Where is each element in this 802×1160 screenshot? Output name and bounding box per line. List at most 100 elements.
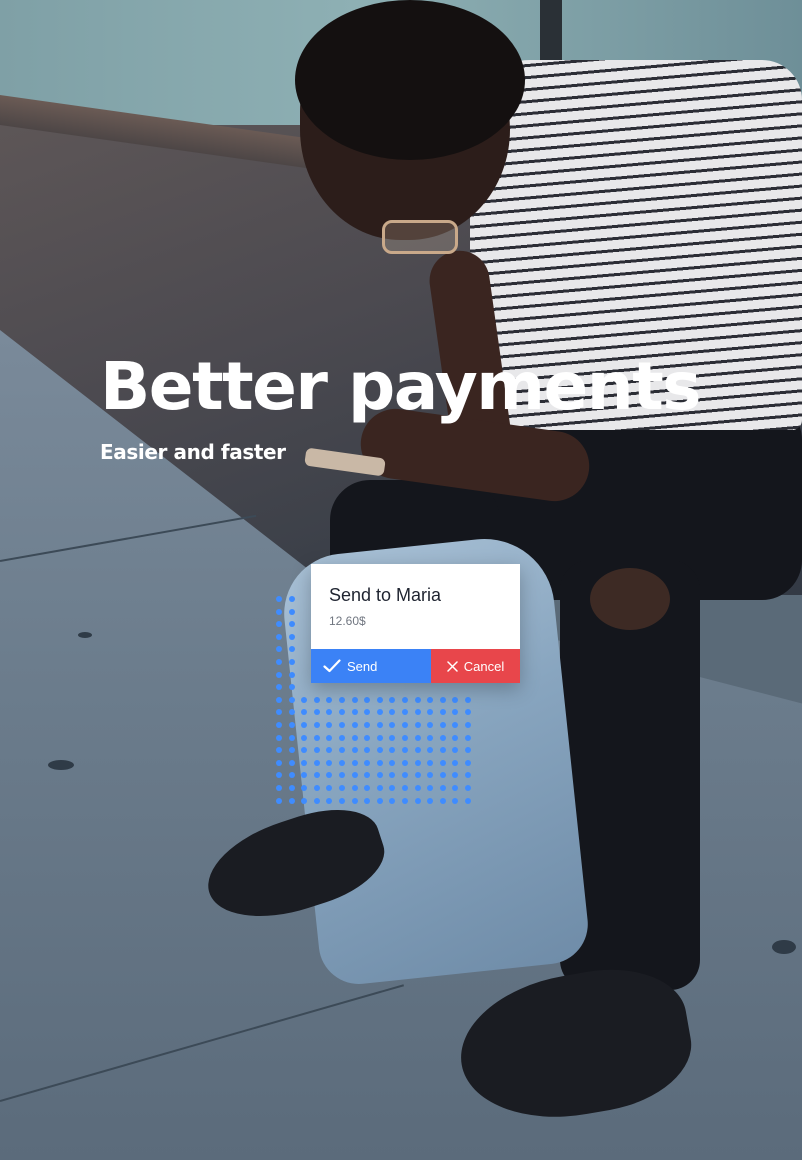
dot xyxy=(389,709,395,715)
dot xyxy=(289,684,295,690)
dot xyxy=(389,697,395,703)
dot xyxy=(352,722,358,728)
dot xyxy=(427,772,433,778)
dot xyxy=(427,760,433,766)
dot xyxy=(364,697,370,703)
dot xyxy=(465,785,471,791)
dot xyxy=(289,672,295,678)
send-button[interactable]: Send xyxy=(311,649,431,683)
dot xyxy=(402,709,408,715)
dot xyxy=(440,747,446,753)
card-actions: Send Cancel xyxy=(311,649,520,683)
dot xyxy=(402,697,408,703)
dot xyxy=(452,722,458,728)
dot xyxy=(427,735,433,741)
dot xyxy=(289,785,295,791)
dot xyxy=(301,735,307,741)
dot xyxy=(352,709,358,715)
dot xyxy=(377,772,383,778)
dot xyxy=(301,709,307,715)
dot xyxy=(326,697,332,703)
dot xyxy=(465,709,471,715)
dot xyxy=(465,747,471,753)
dot xyxy=(440,772,446,778)
dot xyxy=(314,772,320,778)
dot xyxy=(389,798,395,804)
dot xyxy=(289,772,295,778)
dot xyxy=(427,709,433,715)
dot xyxy=(276,747,282,753)
dot xyxy=(289,659,295,665)
dot xyxy=(465,760,471,766)
card-title: Send to Maria xyxy=(329,585,442,605)
dot xyxy=(276,772,282,778)
check-icon xyxy=(323,659,341,673)
dot xyxy=(289,798,295,804)
dot xyxy=(326,760,332,766)
dot xyxy=(314,760,320,766)
dot xyxy=(276,596,282,602)
dot xyxy=(364,747,370,753)
dot xyxy=(276,646,282,652)
glasses xyxy=(382,220,458,254)
dot xyxy=(339,772,345,778)
dot xyxy=(452,772,458,778)
dot xyxy=(415,722,421,728)
dot xyxy=(389,760,395,766)
dot xyxy=(389,785,395,791)
dot xyxy=(276,735,282,741)
dot xyxy=(289,697,295,703)
dot xyxy=(377,722,383,728)
dot xyxy=(326,735,332,741)
dot xyxy=(314,697,320,703)
hair xyxy=(295,0,525,160)
cancel-button[interactable]: Cancel xyxy=(431,649,520,683)
send-label: Send xyxy=(347,658,378,674)
dot xyxy=(326,772,332,778)
dot xyxy=(402,747,408,753)
dot xyxy=(276,722,282,728)
dot xyxy=(314,798,320,804)
dot xyxy=(339,798,345,804)
dot xyxy=(276,709,282,715)
dot xyxy=(276,785,282,791)
dot xyxy=(377,747,383,753)
dot xyxy=(314,722,320,728)
dot xyxy=(339,709,345,715)
dot xyxy=(377,798,383,804)
dot xyxy=(289,634,295,640)
dot xyxy=(364,772,370,778)
dot xyxy=(314,785,320,791)
dot xyxy=(289,760,295,766)
dot xyxy=(301,722,307,728)
dot xyxy=(452,747,458,753)
dot xyxy=(452,785,458,791)
dot xyxy=(415,798,421,804)
dot xyxy=(452,697,458,703)
dot xyxy=(276,798,282,804)
dot xyxy=(465,697,471,703)
dot xyxy=(289,747,295,753)
dot xyxy=(364,785,370,791)
dot xyxy=(415,697,421,703)
dot xyxy=(427,722,433,728)
dot xyxy=(339,760,345,766)
dot xyxy=(452,709,458,715)
dot xyxy=(415,747,421,753)
dot xyxy=(364,722,370,728)
dot xyxy=(339,747,345,753)
dot xyxy=(289,722,295,728)
dot xyxy=(289,646,295,652)
dot xyxy=(352,735,358,741)
dot xyxy=(452,798,458,804)
ripped-knee xyxy=(590,568,670,630)
dot xyxy=(415,709,421,715)
dot xyxy=(289,735,295,741)
dot xyxy=(352,747,358,753)
dot xyxy=(427,747,433,753)
dot xyxy=(364,735,370,741)
dot xyxy=(364,709,370,715)
dot xyxy=(339,697,345,703)
headline: Better payments xyxy=(100,348,702,425)
dot xyxy=(276,609,282,615)
